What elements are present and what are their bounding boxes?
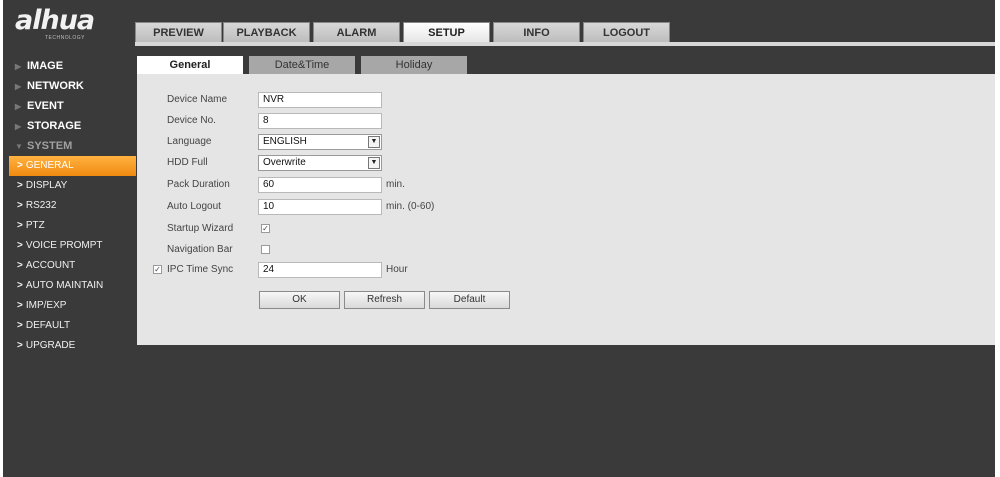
tab-playback[interactable]: PLAYBACK <box>223 22 310 42</box>
sidebar-sub-label: UPGRADE <box>25 340 76 351</box>
sidebar-sub-label: DISPLAY <box>25 180 68 191</box>
sidebar-sub-label: RS232 <box>25 200 57 211</box>
default-button[interactable]: Default <box>429 291 510 309</box>
startup-wizard-label: Startup Wizard <box>167 223 234 234</box>
settings-tabs: General Date&Time Holiday <box>137 56 995 74</box>
device-name-input[interactable]: NVR <box>258 92 382 108</box>
logo-brand: alhua <box>15 5 95 36</box>
sidebar-sub-default[interactable]: > DEFAULT <box>9 316 136 336</box>
sidebar-item-system[interactable]: ▼ SYSTEM <box>9 136 136 156</box>
sidebar-item-network[interactable]: ▶ NETWORK <box>9 76 136 96</box>
chevron-right-icon: > <box>17 320 23 331</box>
dahua-logo: alhua TECHNOLOGY <box>15 6 135 46</box>
sidebar-item-image[interactable]: ▶ IMAGE <box>9 56 136 76</box>
chevron-right-icon: > <box>17 240 23 251</box>
general-settings-panel: Device Name NVR Device No. 8 Language EN… <box>137 74 995 345</box>
sidebar-sub-label: IMP/EXP <box>25 300 67 311</box>
sidebar-sub-label: VOICE PROMPT <box>25 240 103 251</box>
sidebar-sub-label: AUTO MAINTAIN <box>25 280 104 291</box>
sidebar-item-storage[interactable]: ▶ STORAGE <box>9 116 136 136</box>
sidebar-sub-imp-exp[interactable]: > IMP/EXP <box>9 296 136 316</box>
language-label: Language <box>167 136 212 147</box>
chevron-right-icon: > <box>17 300 23 311</box>
refresh-button[interactable]: Refresh <box>344 291 425 309</box>
chevron-right-icon: > <box>17 160 23 171</box>
chevron-down-icon: ▼ <box>368 157 380 169</box>
chevron-down-icon: ▼ <box>15 142 23 151</box>
tab-alarm[interactable]: ALARM <box>313 22 400 42</box>
sidebar-sub-ptz[interactable]: > PTZ <box>9 216 136 236</box>
sidebar-sub-display[interactable]: > DISPLAY <box>9 176 136 196</box>
auto-logout-input[interactable]: 10 <box>258 199 382 215</box>
chevron-right-icon: > <box>17 220 23 231</box>
nav-divider <box>135 42 995 46</box>
tab-logout[interactable]: LOGOUT <box>583 22 670 42</box>
hdd-full-value: Overwrite <box>263 157 306 168</box>
ipc-time-sync-label: IPC Time Sync <box>167 264 234 275</box>
tab-setup[interactable]: SETUP <box>403 22 490 42</box>
sidebar-sub-label: PTZ <box>25 220 45 231</box>
tab-info[interactable]: INFO <box>493 22 580 42</box>
sidebar-sub-label: GENERAL <box>25 160 74 171</box>
sidebar-sub-label: DEFAULT <box>25 320 71 331</box>
tab-date-time[interactable]: Date&Time <box>249 56 355 74</box>
sidebar-sub-auto-maintain[interactable]: > AUTO MAINTAIN <box>9 276 136 296</box>
sidebar-sub-general[interactable]: > GENERAL <box>9 156 136 176</box>
sidebar-item-label: NETWORK <box>27 80 84 92</box>
sidebar-sub-rs232[interactable]: > RS232 <box>9 196 136 216</box>
settings-content: General Date&Time Holiday Device Name NV… <box>137 56 995 345</box>
chevron-right-icon: > <box>17 200 23 211</box>
sidebar-sub-voice-prompt[interactable]: > VOICE PROMPT <box>9 236 136 256</box>
navigation-bar-label: Navigation Bar <box>167 244 233 255</box>
sidebar-item-label: EVENT <box>27 100 64 112</box>
device-no-input[interactable]: 8 <box>258 113 382 129</box>
tab-general[interactable]: General <box>137 56 243 74</box>
sidebar-sub-upgrade[interactable]: > UPGRADE <box>9 336 136 356</box>
chevron-right-icon: > <box>17 180 23 191</box>
device-name-label: Device Name <box>167 94 228 105</box>
chevron-right-icon: > <box>17 260 23 271</box>
language-value: ENGLISH <box>263 136 307 147</box>
ok-button[interactable]: OK <box>259 291 340 309</box>
pack-duration-input[interactable]: 60 <box>258 177 382 193</box>
ipc-time-sync-unit: Hour <box>386 264 408 275</box>
hdd-full-select[interactable]: Overwrite ▼ <box>258 155 382 171</box>
sidebar-item-label: STORAGE <box>27 120 82 132</box>
language-select[interactable]: ENGLISH ▼ <box>258 134 382 150</box>
sidebar: ▶ IMAGE ▶ NETWORK ▶ EVENT ▶ STORAGE ▼ SYSTEM … <box>9 56 136 356</box>
sidebar-item-event[interactable]: ▶ EVENT <box>9 96 136 116</box>
tab-preview[interactable]: PREVIEW <box>135 22 222 42</box>
navigation-bar-checkbox[interactable] <box>261 245 270 254</box>
sidebar-item-label: SYSTEM <box>27 140 73 152</box>
sidebar-sub-account[interactable]: > ACCOUNT <box>9 256 136 276</box>
chevron-right-icon: ▶ <box>15 82 22 91</box>
chevron-right-icon: ▶ <box>15 122 22 131</box>
pack-duration-label: Pack Duration <box>167 179 230 190</box>
chevron-right-icon: > <box>17 340 23 351</box>
sidebar-sub-label: ACCOUNT <box>25 260 76 271</box>
ipc-time-sync-checkbox[interactable]: ✓ <box>153 265 162 274</box>
auto-logout-unit: min. (0-60) <box>386 201 435 212</box>
startup-wizard-checkbox[interactable]: ✓ <box>261 224 270 233</box>
hdd-full-label: HDD Full <box>167 157 208 168</box>
tab-holiday[interactable]: Holiday <box>361 56 467 74</box>
auto-logout-label: Auto Logout <box>167 201 221 212</box>
device-no-label: Device No. <box>167 115 216 126</box>
chevron-down-icon: ▼ <box>368 136 380 148</box>
chevron-right-icon: ▶ <box>15 102 22 111</box>
app-frame: alhua TECHNOLOGY PREVIEW PLAYBACK ALARM … <box>3 0 995 477</box>
chevron-right-icon: > <box>17 280 23 291</box>
pack-duration-unit: min. <box>386 179 405 190</box>
chevron-right-icon: ▶ <box>15 62 22 71</box>
sidebar-item-label: IMAGE <box>27 60 64 72</box>
top-navigation: PREVIEW PLAYBACK ALARM SETUP INFO LOGOUT <box>135 22 995 42</box>
ipc-time-sync-input[interactable]: 24 <box>258 262 382 278</box>
